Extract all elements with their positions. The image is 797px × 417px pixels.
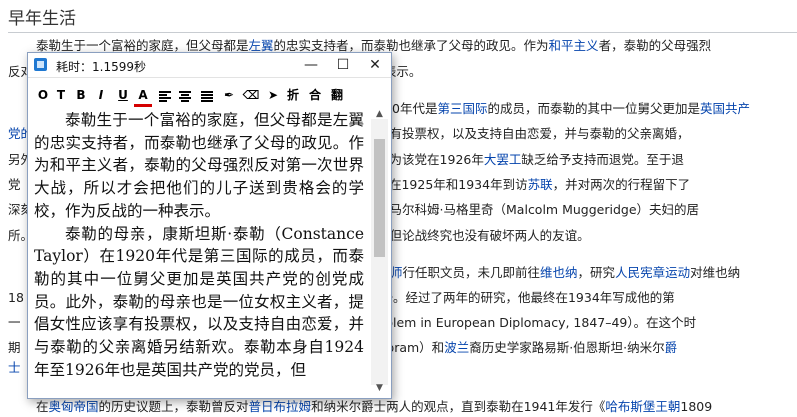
article-line: 在奥匈帝国的历史议题上，泰勒曾反对普日布拉姆和纳米尔爵士两人的观点，直到泰勒在1… (36, 399, 712, 415)
bold-button[interactable]: B (72, 86, 90, 104)
article-text: ，研究 (577, 265, 616, 280)
minimize-button[interactable]: — (295, 53, 327, 77)
text-t-button[interactable]: T (52, 86, 70, 104)
article-text: 和纳米尔爵士两人的观点，直到泰勒在1941年发行《 (311, 399, 606, 414)
section-heading: 早年生活 (8, 9, 76, 29)
paragraph-2: 泰勒的母亲，康斯坦斯·泰勒（Constance Taylor）在1920年代是第… (34, 224, 364, 379)
article-text: 一 (8, 315, 21, 330)
article-text: 0年代是 (392, 101, 438, 116)
article-text: 期 (8, 340, 21, 355)
format-toolbar: O T B I U A ✒ ⌫ ➤ 折合翻 (28, 84, 391, 107)
article-text: 的成员，而泰勒的其中一位舅父更加是 (487, 101, 700, 116)
article-text: 行任职文员，未几即前往 (402, 265, 541, 280)
article-text: 的统一。经过了两年的研究，他最终在1934年写成他的第 (355, 290, 675, 305)
align-left-button[interactable] (156, 86, 174, 104)
scroll-up-icon[interactable]: ▲ (371, 107, 388, 121)
align-center-button[interactable] (176, 86, 194, 104)
article-link[interactable]: 爵 (665, 340, 678, 355)
article-text: 18 (8, 290, 24, 305)
translate-button[interactable]: 翻 (328, 86, 346, 104)
font-color-button[interactable]: A (134, 86, 152, 107)
article-text: 的忠实支持者，而泰勒也继承了父母的政见。作为 (273, 38, 549, 53)
article-text: 者，泰勒的父母强烈 (598, 38, 712, 53)
article-text: 裔历史学家路易斯·伯恩斯坦·纳米尔 (469, 340, 665, 355)
article-link[interactable]: 和平主义 (549, 38, 599, 53)
article-text: 在 (36, 399, 49, 414)
paragraph-1: 泰勒生于一个富裕的家庭，但父母都是左翼的忠实支持者，而泰勒也继承了父母的政见。作… (34, 111, 364, 220)
fold-button[interactable]: 折 (284, 86, 302, 104)
article-link[interactable]: 左翼 (249, 38, 274, 53)
eraser-button[interactable]: ⌫ (242, 86, 260, 104)
close-button[interactable]: ✕ (359, 53, 391, 77)
toggle-o-button[interactable]: O (34, 86, 52, 104)
article-link[interactable]: 奥匈帝国 (49, 399, 99, 414)
italic-button[interactable]: I (92, 86, 110, 104)
merge-button[interactable]: 合 (306, 86, 324, 104)
window-title: 耗时：1.1599秒 (56, 60, 146, 74)
article-text: 对维也纳 (690, 265, 741, 280)
heading-divider (8, 32, 797, 33)
ocr-result-window[interactable]: 耗时：1.1599秒 — ☐ ✕ O T B I U A ✒ ⌫ ➤ 折合翻 泰勒生于一个富裕的家… (27, 52, 392, 399)
article-link[interactable]: 英国共产 (700, 101, 750, 116)
article-link[interactable]: 维也纳 (540, 265, 578, 280)
article-link[interactable]: 士 (8, 360, 21, 375)
send-button[interactable]: ➤ (264, 86, 282, 104)
article-link[interactable]: 波兰 (444, 340, 469, 355)
article-text: 1809 (680, 399, 713, 414)
article-line: 士 (8, 360, 21, 376)
recognized-text[interactable]: 泰勒生于一个富裕的家庭，但父母都是左翼的忠实支持者，而泰勒也继承了父母的政见。作… (32, 109, 370, 395)
article-text: 党 (8, 177, 21, 192)
article-text: ，并对两次的行程留下了 (552, 177, 691, 192)
article-link[interactable]: 普日布拉姆 (249, 399, 312, 414)
article-link[interactable]: 苏联 (528, 177, 553, 192)
article-link[interactable]: 哈布斯堡王朝 (605, 399, 680, 414)
brush-button[interactable]: ✒ (220, 86, 238, 104)
article-text: 缺乏给予支持而退党。至于退 (521, 152, 684, 167)
article-line: 0年代是第三国际的成员，而泰勒的其中一位舅父更加是英国共产 (392, 101, 750, 117)
article-line: 师行任职文员，未几即前往维也纳，研究人民宪章运动对维也纳 (390, 265, 740, 281)
scroll-thumb[interactable] (374, 139, 385, 257)
article-text: 泰勒生于一个富裕的家庭，但父母都是 (36, 38, 249, 53)
window-titlebar[interactable]: 耗时：1.1599秒 — ☐ ✕ (28, 53, 391, 78)
article-link[interactable]: 第三国际 (437, 101, 487, 116)
maximize-button[interactable]: ☐ (327, 53, 359, 77)
article-link[interactable]: 人民宪章运动 (615, 265, 690, 280)
justify-button[interactable] (198, 86, 216, 104)
app-icon (34, 58, 47, 71)
underline-button[interactable]: U (114, 86, 132, 104)
vertical-scrollbar[interactable]: ▲ ▼ (371, 109, 388, 393)
scroll-down-icon[interactable]: ▼ (371, 381, 388, 395)
article-text: 的历史议题上，泰勒曾反对 (98, 399, 249, 414)
article-link[interactable]: 大罢工 (484, 152, 522, 167)
